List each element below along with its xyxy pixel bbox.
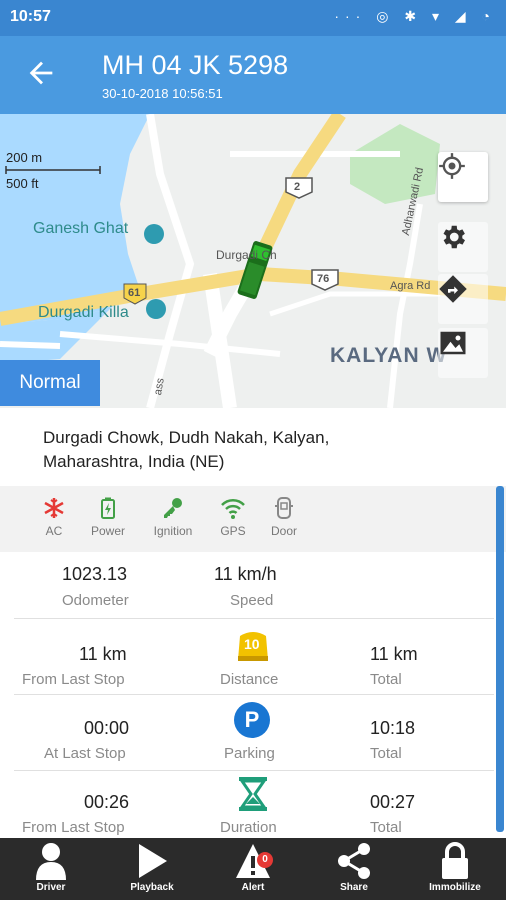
nav-share-label: Share — [340, 882, 368, 893]
nav-share[interactable]: Share — [314, 842, 394, 893]
play-icon — [139, 844, 167, 878]
nav-alert[interactable]: 0 Alert — [213, 842, 293, 893]
app-bar: MH 04 JK 5298 30-10-2018 10:56:51 — [0, 36, 506, 114]
address-line-2: Maharashtra, India (NE) — [43, 452, 225, 471]
divider — [14, 770, 494, 771]
road-shield-61: 61 — [128, 287, 141, 299]
parking-icon: P — [234, 702, 270, 738]
wifi-icon — [221, 498, 245, 519]
road-shield-76: 76 — [317, 273, 330, 285]
parking-label: Parking — [224, 745, 275, 762]
nav-playback-label: Playback — [130, 882, 174, 893]
duration-label: Duration — [220, 819, 277, 836]
lock-icon — [442, 842, 468, 879]
place-durgadi-chowk: Durgadi Ch — [216, 248, 277, 262]
hourglass-icon — [239, 777, 267, 811]
odometer-speed-row: 1023.13 Odometer 11 km/h Speed — [14, 562, 494, 618]
sensor-gps-label: GPS — [220, 524, 246, 538]
place-durgadi-killa: Durgadi Killa — [38, 304, 129, 321]
status-time: 10:57 — [10, 8, 51, 25]
duration-total-label: Total — [370, 819, 402, 836]
sensor-ignition: Ignition — [143, 496, 203, 538]
directions-button[interactable] — [438, 274, 488, 324]
sensor-ac: AC — [24, 496, 84, 538]
speed-label: Speed — [230, 592, 274, 609]
map-mode-normal-button[interactable]: Normal — [0, 360, 100, 406]
divider — [14, 618, 494, 619]
door-icon — [275, 497, 293, 519]
nav-alert-label: Alert — [241, 882, 265, 893]
sensor-ignition-label: Ignition — [153, 524, 193, 538]
duration-from-last-stop-label: From Last Stop — [22, 819, 125, 836]
distance-label: Distance — [220, 671, 279, 688]
sensor-power-label: Power — [90, 524, 125, 538]
snowflake-icon — [44, 498, 64, 518]
nav-driver[interactable]: Driver — [11, 842, 91, 893]
status-icons: ··· ◎ ✱ ▾ ◢ ◔ — [334, 8, 496, 24]
odometer-label: Odometer — [62, 592, 129, 609]
area-kalyan-west-label: KALYAN W — [330, 344, 448, 367]
sensor-door: Door — [254, 496, 314, 538]
place-ganesh-ghat: Ganesh Ghat — [33, 220, 129, 237]
distance-icon-value: 10 — [244, 636, 260, 652]
crosshair-icon — [439, 153, 465, 179]
vehicle-stats-panel: 1023.13 Odometer 11 km/h Speed 11 km Fro… — [0, 552, 506, 838]
map-layers-icon — [440, 331, 466, 355]
settings-button[interactable] — [438, 222, 488, 272]
sensor-power: Power — [78, 496, 138, 538]
parking-total-value: 10:18 — [370, 718, 416, 738]
share-icon — [338, 843, 370, 879]
distance-total-value: 11 km — [370, 644, 418, 664]
vehicle-number-title: MH 04 JK 5298 — [102, 50, 289, 80]
sensor-door-label: Door — [270, 524, 297, 538]
nav-immobilize[interactable]: Immobilize — [415, 842, 495, 893]
alert-count-badge: 0 — [257, 852, 273, 868]
status-bar: 10:57 ··· ◎ ✱ ▾ ◢ ◔ — [0, 0, 506, 36]
duration-row: 00:26 From Last Stop Duration 00:27 Tota… — [14, 776, 494, 838]
road-agra-label: Agra Rd — [390, 280, 431, 292]
map-type-button[interactable] — [438, 328, 488, 378]
sensor-status-bar: AC Power Ignition GPS Door — [0, 486, 506, 552]
key-icon — [164, 498, 182, 518]
odometer-value: 1023.13 — [62, 564, 128, 584]
distance-from-last-stop-label: From Last Stop — [22, 671, 125, 688]
address-line-1: Durgadi Chowk, Dudh Nakah, Kalyan, — [43, 428, 330, 447]
bottom-navigation: Driver Playback 0 Alert Share Immobilize — [0, 838, 506, 900]
address-panel: Durgadi Chowk, Dudh Nakah, Kalyan, Mahar… — [0, 408, 506, 486]
distance-row: 11 km From Last Stop 10 Distance 11 km T… — [14, 626, 494, 692]
my-location-button[interactable] — [438, 152, 488, 202]
distance-total-label: Total — [370, 671, 402, 688]
nav-immobilize-label: Immobilize — [429, 882, 481, 893]
person-icon — [36, 843, 66, 880]
speed-value: 11 km/h — [214, 564, 277, 584]
gear-icon — [443, 225, 465, 249]
last-update-timestamp: 30-10-2018 10:56:51 — [102, 86, 223, 101]
back-arrow-icon[interactable] — [24, 56, 58, 90]
parking-at-last-stop-value: 00:00 — [84, 718, 130, 738]
divider — [14, 694, 494, 695]
scale-feet-label: 500 ft — [6, 176, 39, 191]
scale-meters-label: 200 m — [6, 150, 43, 165]
road-shield-2: 2 — [294, 181, 301, 193]
scrollbar[interactable] — [496, 486, 504, 832]
parking-total-label: Total — [370, 745, 402, 762]
duration-total-value: 00:27 — [370, 792, 416, 812]
nav-playback[interactable]: Playback — [112, 842, 192, 893]
sensor-ac-label: AC — [45, 524, 63, 538]
directions-icon — [439, 275, 467, 303]
duration-from-last-stop-value: 00:26 — [84, 792, 130, 812]
parking-at-last-stop-label: At Last Stop — [44, 745, 126, 762]
nav-driver-label: Driver — [36, 882, 66, 893]
battery-icon — [101, 497, 115, 519]
map-view[interactable]: 200 m 500 ft Ganesh Ghat Durgadi Killa D… — [0, 114, 506, 408]
parking-row: 00:00 At Last Stop P Parking 10:18 Total — [14, 702, 494, 768]
distance-from-last-stop-value: 11 km — [79, 644, 127, 664]
